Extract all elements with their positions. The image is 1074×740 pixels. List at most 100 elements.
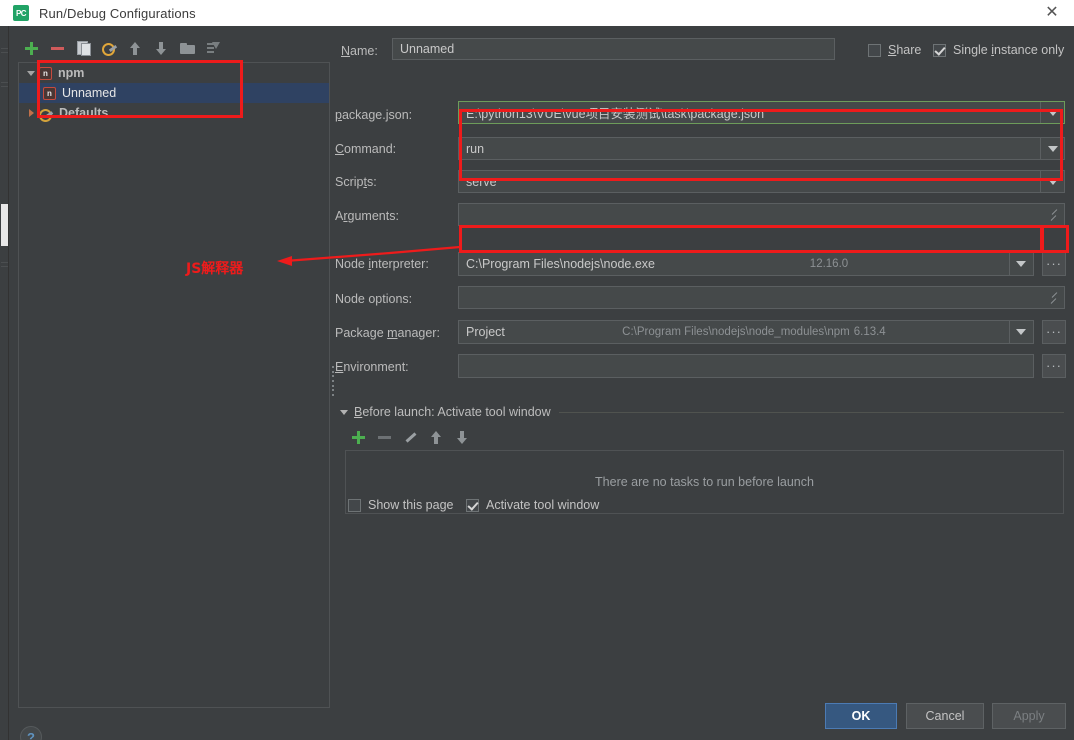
add-configuration-button[interactable] [18, 37, 44, 59]
expand-icon[interactable] [1051, 213, 1060, 222]
minus-icon [50, 46, 64, 50]
configurations-toolbar [18, 37, 226, 59]
edit-task-button[interactable] [397, 426, 423, 448]
apply-button[interactable]: Apply [992, 703, 1066, 729]
minus-icon [377, 435, 391, 439]
scripts-label: Scripts: [335, 175, 377, 189]
window-title: Run/Debug Configurations [39, 5, 196, 21]
expand-icon[interactable] [1051, 296, 1060, 305]
remove-task-button[interactable] [371, 426, 397, 448]
tree-item-label: Defaults [59, 106, 109, 120]
show-this-page-checkbox-box[interactable] [348, 498, 361, 512]
scripts-combo[interactable]: serve [458, 170, 1065, 193]
run-debug-configurations-dialog: PC Run/Debug Configurations ✕ n npm n Un… [0, 0, 1074, 740]
arrow-up-icon [129, 41, 141, 55]
environment-input[interactable] [458, 354, 1034, 378]
move-up-button[interactable] [122, 37, 148, 59]
copy-configuration-button[interactable] [70, 37, 96, 59]
package-manager-label: Package manager: [335, 326, 440, 340]
before-launch-empty-message: There are no tasks to run before launch [595, 475, 814, 489]
dialog-body: n npm n Unnamed Defaults Name: Unnamed S… [0, 26, 1074, 740]
single-instance-checkbox[interactable]: Single instance only [933, 43, 1064, 57]
move-task-down-button[interactable] [449, 426, 475, 448]
wrench-icon [101, 41, 117, 56]
share-checkbox-label: Share [888, 43, 922, 57]
arguments-input[interactable] [458, 203, 1065, 226]
arrow-down-icon [456, 430, 468, 444]
chevron-down-icon[interactable] [1008, 321, 1033, 343]
chevron-down-icon[interactable] [1040, 171, 1064, 192]
single-instance-checkbox-box[interactable] [933, 43, 946, 57]
caret-down-icon[interactable] [23, 70, 39, 76]
pencil-icon [404, 431, 417, 444]
question-mark-icon: ? [27, 729, 35, 740]
chevron-down-icon[interactable] [1040, 102, 1064, 123]
defaults-wrench-icon [39, 107, 53, 122]
move-task-up-button[interactable] [423, 426, 449, 448]
sort-icon [206, 41, 220, 55]
plus-icon [351, 430, 365, 444]
tree-item-npm[interactable]: n npm [19, 63, 329, 83]
cancel-button-label: Cancel [925, 709, 965, 723]
tree-item-label: Unnamed [62, 86, 117, 100]
tree-item-label: npm [58, 66, 85, 80]
environment-label: Environment: [335, 360, 409, 374]
environment-browse-button[interactable]: ··· [1042, 354, 1066, 378]
caret-down-icon[interactable] [340, 409, 348, 415]
configuration-form: Name: Unnamed Share Single instance only… [330, 26, 1074, 740]
package-manager-value: Project [466, 325, 505, 339]
node-interpreter-value: C:\Program Files\nodejs\node.exe [466, 257, 655, 271]
apply-button-label: Apply [1013, 709, 1045, 723]
package-json-combo[interactable]: E:\python13\VUE\vue项目安装测试\task\package.j… [458, 101, 1065, 124]
share-checkbox-box[interactable] [868, 43, 881, 57]
move-down-button[interactable] [148, 37, 174, 59]
annotation-label-js-interpreter: JS解释器 [186, 261, 244, 277]
command-label: Command: [335, 142, 397, 156]
node-options-label: Node options: [335, 292, 413, 306]
close-icon[interactable]: ✕ [1030, 0, 1074, 26]
share-checkbox[interactable]: Share [868, 43, 921, 57]
edit-defaults-button[interactable] [96, 37, 122, 59]
arrow-down-icon [155, 41, 167, 55]
npm-icon: n [39, 66, 52, 80]
sort-configurations-button[interactable] [200, 37, 226, 59]
caret-right-icon[interactable] [23, 109, 39, 117]
package-json-label: package.json: [335, 108, 413, 122]
arrow-up-icon [430, 430, 442, 444]
cancel-button[interactable]: Cancel [906, 703, 984, 729]
ok-button[interactable]: OK [825, 703, 897, 729]
copy-icon [76, 41, 91, 56]
tree-item-unnamed[interactable]: n Unnamed [19, 83, 329, 103]
add-task-button[interactable] [345, 426, 371, 448]
left-gutter [0, 26, 9, 740]
activate-tool-window-checkbox-box[interactable] [466, 498, 479, 512]
node-interpreter-combo[interactable]: C:\Program Files\nodejs\node.exe 12.16.0 [458, 252, 1034, 276]
node-options-input[interactable] [458, 286, 1065, 309]
name-label: Name: [341, 44, 378, 58]
package-manager-browse-button[interactable]: ··· [1042, 320, 1066, 344]
plus-icon [24, 41, 38, 55]
tree-item-defaults[interactable]: Defaults [19, 103, 329, 123]
name-input[interactable]: Unnamed [392, 38, 835, 60]
before-launch-header[interactable]: Before launch: Activate tool window [340, 404, 1064, 420]
node-interpreter-label: Node interpreter: [335, 257, 429, 271]
node-interpreter-browse-button-2[interactable]: ··· [1042, 252, 1066, 276]
arguments-label: Arguments: [335, 209, 399, 223]
show-this-page-label: Show this page [368, 498, 454, 512]
folder-icon [179, 42, 195, 54]
activate-tool-window-label: Activate tool window [486, 498, 600, 512]
package-manager-combo[interactable]: Project C:\Program Files\nodejs\node_mod… [458, 320, 1034, 344]
activate-tool-window-checkbox[interactable]: Activate tool window [466, 498, 599, 512]
package-json-value: E:\python13\VUE\vue项目安装测试\task\package.j… [466, 107, 765, 121]
node-interpreter-version: 12.16.0 [809, 258, 849, 270]
window-titlebar: PC Run/Debug Configurations ✕ [0, 0, 1074, 26]
vertical-scrollbar-thumb[interactable] [1, 204, 8, 246]
command-combo[interactable]: run [458, 137, 1065, 160]
configurations-tree[interactable]: n npm n Unnamed Defaults [18, 62, 330, 708]
show-this-page-checkbox[interactable]: Show this page [348, 498, 453, 512]
remove-configuration-button[interactable] [44, 37, 70, 59]
chevron-down-icon[interactable] [1040, 138, 1064, 159]
pycharm-icon: PC [13, 5, 29, 21]
new-folder-button[interactable] [174, 37, 200, 59]
chevron-down-icon[interactable] [1008, 253, 1033, 275]
